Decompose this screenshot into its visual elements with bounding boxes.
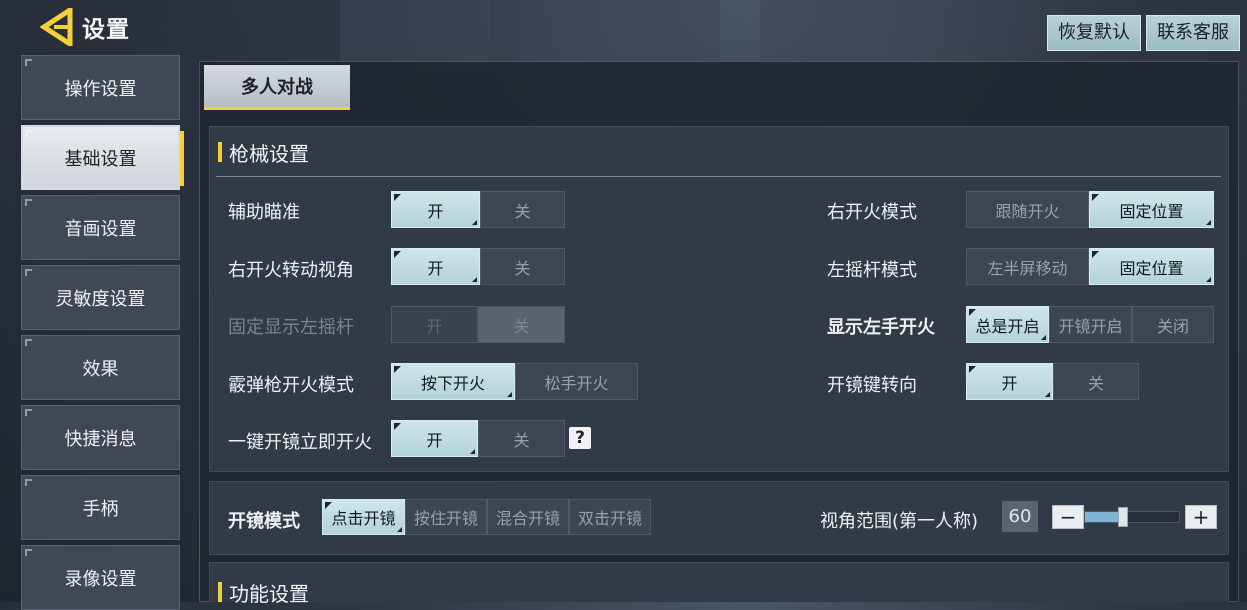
page-title: 设置	[82, 17, 130, 43]
left-hand-fire-scoped[interactable]: 开镜开启	[1049, 306, 1132, 343]
aim-assist-on[interactable]: 开	[391, 191, 480, 228]
sidebar-item-sensitivity[interactable]: 灵敏度设置	[21, 265, 180, 330]
right-fire-turn-off[interactable]: 关	[480, 248, 565, 285]
one-key-scope-fire-label: 一键开镜立即开火	[228, 432, 372, 453]
back-arrow-icon[interactable]	[40, 8, 76, 46]
section-accent-bar	[218, 582, 222, 602]
tab-multiplayer[interactable]: 多人对战	[204, 65, 350, 110]
fov-value: 60	[1002, 501, 1038, 532]
sidebar-item-quick-messages[interactable]: 快捷消息	[21, 405, 180, 470]
sidebar-item-audio-video[interactable]: 音画设置	[21, 195, 180, 260]
scope-mode-hold[interactable]: 按住开镜	[405, 499, 487, 535]
left-joystick-fixed[interactable]: 固定位置	[1089, 248, 1214, 285]
right-fire-mode-label: 右开火模式	[827, 202, 917, 223]
scope-key-turn-label: 开镜键转向	[827, 375, 917, 396]
scope-mode-double-tap[interactable]: 双击开镜	[569, 499, 651, 535]
fixed-left-joystick-on[interactable]: 开	[391, 306, 478, 343]
fov-slider-handle[interactable]	[1117, 507, 1128, 527]
left-joystick-half-screen[interactable]: 左半屏移动	[966, 248, 1089, 285]
section-accent-bar	[218, 142, 222, 162]
scope-mode-label: 开镜模式	[228, 511, 300, 532]
sidebar-item-effects[interactable]: 效果	[21, 335, 180, 400]
right-fire-fixed[interactable]: 固定位置	[1089, 191, 1214, 228]
weapon-settings-card	[209, 126, 1229, 472]
background-shape	[520, 0, 720, 70]
sidebar-item-controls[interactable]: 操作设置	[21, 55, 180, 120]
section-title-weapon: 枪械设置	[229, 142, 309, 166]
scope-key-turn-off[interactable]: 关	[1053, 363, 1139, 400]
scope-mode-mixed[interactable]: 混合开镜	[487, 499, 569, 535]
background-shape	[760, 0, 920, 70]
right-fire-turn-on[interactable]: 开	[391, 248, 480, 285]
left-hand-fire-label: 显示左手开火	[827, 317, 935, 338]
fov-label: 视角范围(第一人称)	[820, 511, 979, 532]
right-fire-follow[interactable]: 跟随开火	[966, 191, 1089, 228]
left-hand-fire-always[interactable]: 总是开启	[966, 306, 1049, 343]
aim-assist-off[interactable]: 关	[480, 191, 565, 228]
sidebar-item-controller[interactable]: 手柄	[21, 475, 180, 540]
sidebar-item-basic[interactable]: 基础设置	[21, 125, 184, 190]
help-icon[interactable]: ?	[569, 427, 591, 449]
left-joystick-mode-label: 左摇杆模式	[827, 260, 917, 281]
fixed-left-joystick-label: 固定显示左摇杆	[228, 317, 354, 338]
section-title-function: 功能设置	[229, 582, 309, 606]
fov-decrease-button[interactable]: −	[1052, 505, 1084, 529]
fov-increase-button[interactable]: +	[1185, 505, 1217, 529]
one-key-scope-fire-off[interactable]: 关	[478, 420, 565, 457]
shotgun-press-fire[interactable]: 按下开火	[391, 363, 515, 400]
background-shape	[340, 0, 490, 70]
left-hand-fire-off[interactable]: 关闭	[1132, 306, 1214, 343]
fixed-left-joystick-off[interactable]: 关	[478, 306, 565, 343]
restore-default-button[interactable]: 恢复默认	[1047, 15, 1141, 51]
fov-slider[interactable]	[1084, 507, 1180, 527]
shotgun-fire-mode-label: 霰弹枪开火模式	[228, 375, 354, 396]
section-divider	[216, 176, 1221, 177]
one-key-scope-fire-on[interactable]: 开	[391, 420, 478, 457]
right-fire-turn-label: 右开火转动视角	[228, 260, 354, 281]
function-settings-card	[209, 562, 1229, 602]
sidebar-item-recording[interactable]: 录像设置	[21, 545, 180, 610]
shotgun-release-fire[interactable]: 松手开火	[515, 363, 638, 400]
contact-support-button[interactable]: 联系客服	[1146, 15, 1240, 51]
aim-assist-label: 辅助瞄准	[228, 202, 300, 223]
scope-mode-tap[interactable]: 点击开镜	[322, 499, 405, 535]
scope-key-turn-on[interactable]: 开	[966, 363, 1053, 400]
